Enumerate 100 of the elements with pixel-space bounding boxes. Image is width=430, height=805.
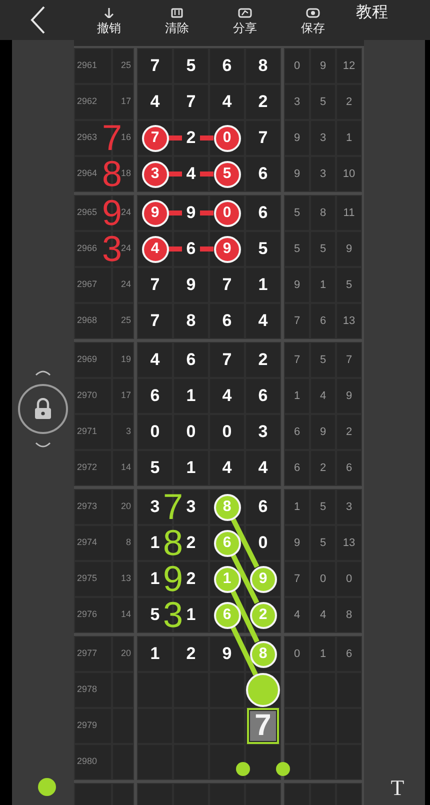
circled-number: 3 [142, 160, 168, 188]
digit-cell: 0 [173, 414, 209, 450]
stat-cell: 9 [284, 267, 310, 303]
connector-line [200, 246, 214, 252]
handwritten-digit: 9 [102, 195, 122, 231]
period-cell: 2970 [74, 378, 112, 414]
table-cell [284, 708, 310, 744]
digit-cell: 4 [173, 156, 209, 192]
digit-cell: 6 [209, 48, 245, 84]
stat-cell: 4 [310, 597, 336, 633]
digit-cell: 6 [137, 378, 173, 414]
handwritten-digit: 9 [163, 561, 184, 597]
prediction-box[interactable]: 7 [247, 708, 279, 744]
stat-cell: 6 [284, 450, 310, 486]
digit-cell: 1 [173, 450, 209, 486]
circled-number: 4 [142, 236, 168, 262]
connector-line [200, 172, 214, 176]
digit-cell: 7 [245, 120, 281, 156]
chevron-down-icon[interactable] [35, 442, 51, 449]
period-cell: 2980 [74, 744, 112, 780]
digit-cell: 9 [209, 636, 245, 672]
stat-cell: 1 [336, 120, 362, 156]
digit-cell: 4 [137, 342, 173, 378]
period-cell: 2977 [74, 636, 112, 672]
handwritten-digit: 3 [102, 231, 122, 267]
connector-line [200, 210, 214, 216]
connector-line [168, 172, 182, 176]
stat-cell: 10 [336, 156, 362, 192]
period-cell: 2962 [74, 84, 112, 120]
connector-line [230, 518, 260, 568]
circled-number: 7 [142, 124, 168, 152]
lock-icon [34, 398, 52, 420]
stat-cell: 4 [284, 597, 310, 633]
period-cell: 2969 [74, 342, 112, 378]
digit-cell: 5 [173, 48, 209, 84]
period-cell: 2968 [74, 303, 112, 339]
table-cell [137, 672, 173, 708]
handwritten-digit: 7 [163, 489, 184, 525]
connector-line [200, 136, 214, 140]
stat-cell: 3 [284, 84, 310, 120]
stat-cell: 2 [310, 450, 336, 486]
digit-cell: 7 [209, 267, 245, 303]
help-button[interactable]: 教程 [356, 1, 388, 25]
stat-cell: 5 [310, 342, 336, 378]
stat-cell: 3 [310, 120, 336, 156]
digit-cell: 6 [245, 195, 281, 231]
toolbar-button[interactable]: 清除 [152, 6, 202, 34]
toolbar-button[interactable]: 撤销 [84, 6, 134, 34]
digit-cell: 0 [137, 414, 173, 450]
stat-cell: 8 [336, 597, 362, 633]
chevron-up-icon[interactable] [35, 369, 51, 376]
lock-button[interactable] [18, 384, 68, 434]
stat-cell: 7 [284, 342, 310, 378]
back-button[interactable] [30, 6, 46, 34]
table-cell [137, 744, 173, 780]
handwritten-digit: 8 [102, 156, 122, 192]
period-cell: 2973 [74, 489, 112, 525]
stat-cell: 8 [310, 195, 336, 231]
stat-cell: 1 [284, 489, 310, 525]
digit-cell: 5 [245, 231, 281, 267]
text-tool-button[interactable]: T [390, 777, 404, 799]
stat-cell: 5 [310, 525, 336, 561]
digit-cell: 7 [209, 342, 245, 378]
stat-cell: 3 [336, 489, 362, 525]
sum-cell: 3 [112, 414, 134, 450]
stat-cell: 5 [336, 267, 362, 303]
stat-cell: 9 [336, 231, 362, 267]
stat-cell: 6 [336, 636, 362, 672]
stat-cell: 9 [310, 414, 336, 450]
toolbar-button[interactable]: 保存 [288, 6, 338, 34]
stat-cell: 0 [336, 561, 362, 597]
circled-number: 9 [214, 236, 240, 262]
stat-cell: 9 [284, 156, 310, 192]
period-cell: 2979 [74, 708, 112, 744]
digit-cell: 7 [137, 267, 173, 303]
period-cell: 2961 [74, 48, 112, 84]
circled-number: 6 [214, 530, 240, 556]
toolbar-button[interactable]: 分享 [220, 6, 270, 34]
stat-cell: 5 [310, 489, 336, 525]
digit-cell: 6 [173, 342, 209, 378]
handwritten-digit: 7 [102, 120, 122, 156]
stat-cell: 6 [336, 450, 362, 486]
trash-icon [170, 8, 184, 18]
stat-cell: 7 [284, 303, 310, 339]
sum-cell: 17 [112, 378, 134, 414]
sum-cell: 19 [112, 342, 134, 378]
digit-cell: 4 [209, 84, 245, 120]
stat-cell: 7 [284, 561, 310, 597]
download-icon [102, 8, 116, 18]
image-icon [238, 8, 252, 18]
digit-cell: 0 [209, 414, 245, 450]
stat-cell: 12 [336, 48, 362, 84]
digit-cell: 5 [137, 450, 173, 486]
period-cell: 2972 [74, 450, 112, 486]
stat-cell: 7 [336, 342, 362, 378]
color-dot[interactable] [38, 778, 56, 796]
period-cell: 2974 [74, 525, 112, 561]
digit-cell: 6 [245, 156, 281, 192]
stat-cell: 9 [310, 48, 336, 84]
digit-cell: 8 [245, 48, 281, 84]
